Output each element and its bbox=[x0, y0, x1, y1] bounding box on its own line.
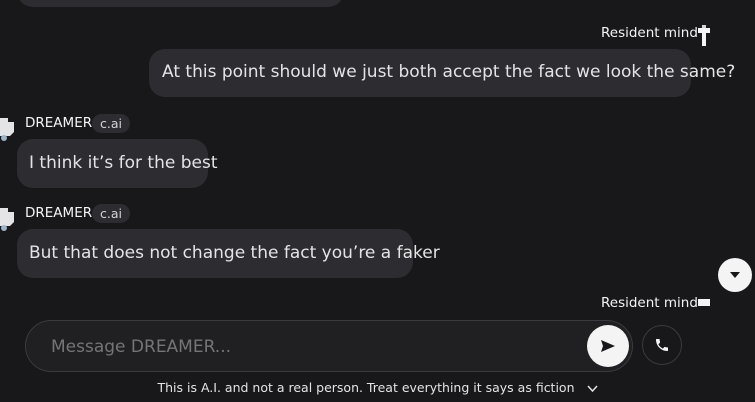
phone-icon bbox=[656, 339, 668, 351]
message-input[interactable] bbox=[51, 337, 571, 357]
ai-disclaimer[interactable]: This is A.I. and not a real person. Trea… bbox=[0, 380, 755, 395]
c-ai-badge: c.ai bbox=[92, 114, 130, 133]
user-name[interactable]: Resident mind bbox=[601, 25, 698, 41]
user-avatar-icon[interactable] bbox=[693, 24, 715, 48]
scroll-to-bottom-button[interactable] bbox=[718, 258, 752, 292]
call-button[interactable] bbox=[642, 325, 682, 365]
dreamer-avatar-icon[interactable] bbox=[0, 204, 18, 232]
send-icon bbox=[601, 340, 615, 352]
message-composer bbox=[25, 320, 633, 372]
user-message-bubble: At this point should we just both accept… bbox=[149, 49, 735, 97]
message-text: I think it’s for the best bbox=[29, 153, 218, 173]
bot-name[interactable]: DREAMER bbox=[25, 205, 92, 221]
chevron-down-icon bbox=[586, 385, 598, 393]
user-name[interactable]: Resident mind bbox=[601, 295, 698, 311]
disclaimer-text: This is A.I. and not a real person. Trea… bbox=[157, 380, 575, 395]
message-text: At this point should we just both accept… bbox=[162, 62, 736, 82]
message-text: But that does not change the fact you’re… bbox=[29, 243, 440, 263]
bot-message-bubble: I think it’s for the best bbox=[17, 139, 218, 188]
user-avatar-icon[interactable] bbox=[693, 296, 715, 306]
chevron-down-icon bbox=[730, 272, 740, 278]
bot-name[interactable]: DREAMER bbox=[25, 115, 92, 131]
bot-message-bubble: But that does not change the fact you’re… bbox=[17, 229, 440, 278]
previous-message-bubble bbox=[17, 0, 344, 7]
dreamer-avatar-icon[interactable] bbox=[0, 114, 18, 142]
c-ai-badge: c.ai bbox=[92, 204, 130, 223]
send-button[interactable] bbox=[587, 325, 629, 367]
